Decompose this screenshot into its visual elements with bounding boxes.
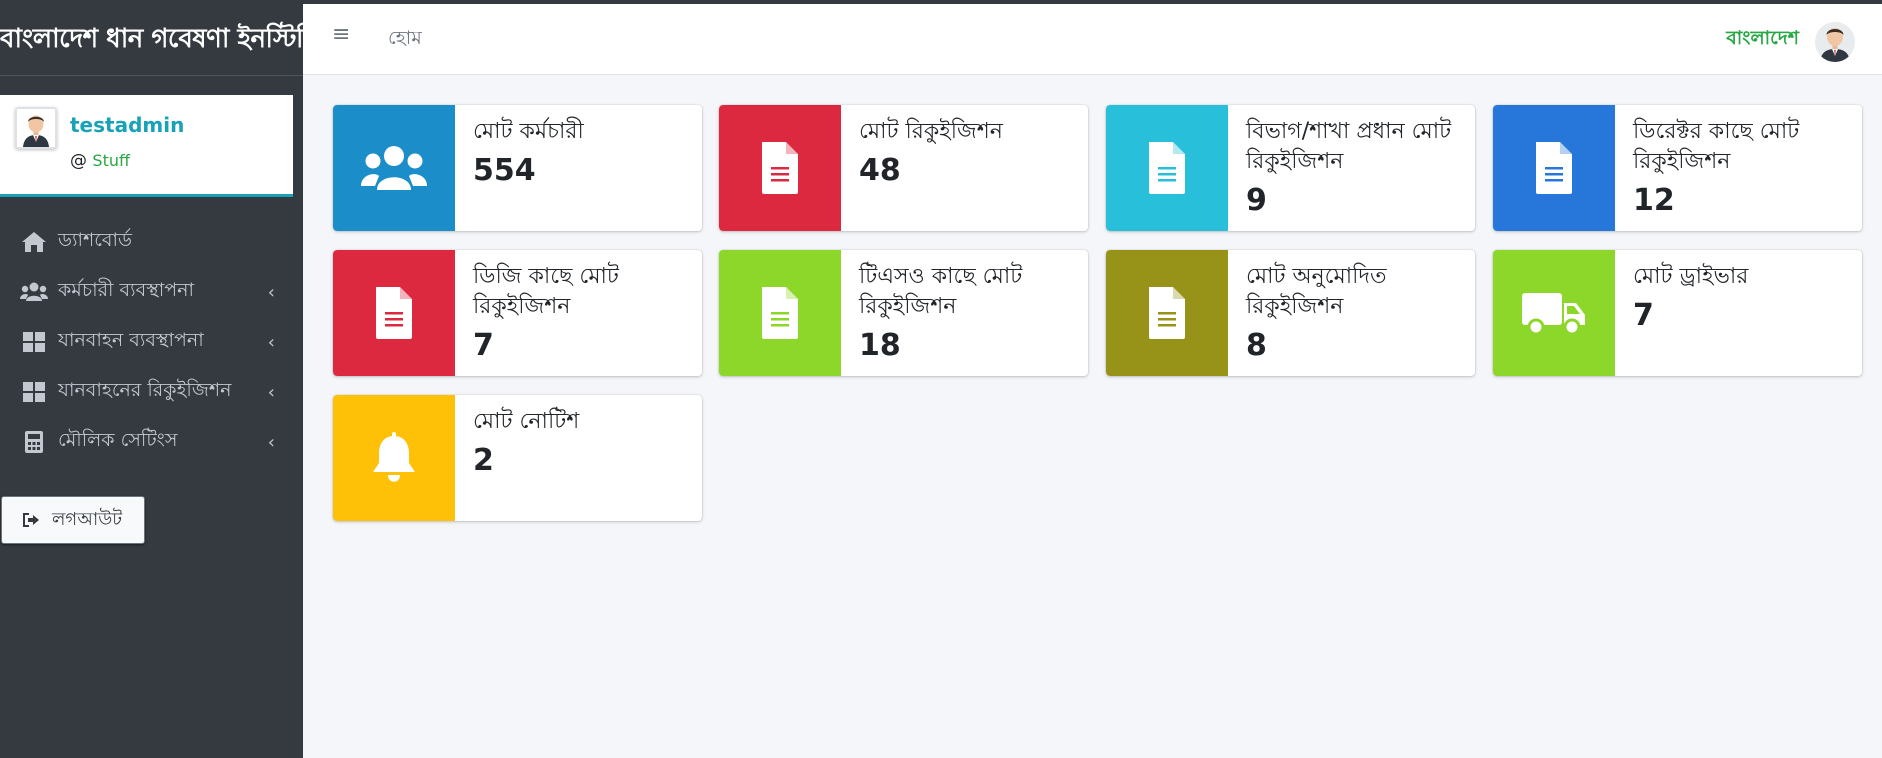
sidebar-item-label: যানবাহন ব্যবস্থাপনা — [58, 329, 204, 351]
language-link[interactable]: বাংলাদেশ — [1726, 24, 1799, 56]
user-avatar[interactable] — [1815, 22, 1855, 62]
info-box-content: মোট অনুমোদিত রিকুইজিশন 8 — [1228, 250, 1475, 376]
chevron-left-icon: ‹ — [267, 332, 275, 353]
users-icon — [20, 280, 48, 304]
file-icon — [1106, 250, 1228, 376]
role-label: Stuff — [92, 151, 130, 170]
logout-label: লগআউট — [52, 508, 123, 530]
sidebar: বাংলাদেশ ধান গবেষণা ইনস্টিটিউট testadmin… — [0, 4, 303, 758]
info-box-total-notices[interactable]: মোট নোটিশ 2 — [333, 395, 702, 521]
sidebar-item-dashboard[interactable]: ড্যাশবোর্ড — [0, 217, 303, 267]
calculator-icon — [20, 430, 48, 454]
logout-button[interactable]: লগআউট — [1, 496, 145, 544]
top-strip — [0, 0, 1882, 4]
info-box-number: 48 — [859, 153, 901, 188]
sidebar-item-vehicle-management[interactable]: যানবাহন ব্যবস্থাপনা ‹ — [0, 317, 303, 367]
info-box-content: মোট কর্মচারী 554 — [455, 105, 594, 231]
home-link[interactable]: হোম — [388, 24, 422, 56]
sidebar-nav: ড্যাশবোর্ড কর্মচারী ব্যবস্থাপনা ‹ যানবাহ… — [0, 217, 303, 467]
info-box-content: মোট নোটিশ 2 — [455, 395, 589, 521]
info-box-number: 9 — [1246, 183, 1267, 218]
info-box-department-head-requisitions[interactable]: বিভাগ/শাখা প্রধান মোট রিকুইজিশন 9 — [1106, 105, 1475, 231]
info-box-director-requisitions[interactable]: ডিরেক্টর কাছে মোট রিকুইজিশন 12 — [1493, 105, 1862, 231]
file-icon — [1106, 105, 1228, 231]
info-box-dg-requisitions[interactable]: ডিজি কাছে মোট রিকুইজিশন 7 — [333, 250, 702, 376]
home-icon — [20, 230, 48, 254]
info-box-content: ডিজি কাছে মোট রিকুইজিশন 7 — [455, 250, 702, 376]
avatar[interactable] — [15, 107, 57, 149]
chevron-left-icon: ‹ — [267, 382, 275, 403]
info-box-total-employees[interactable]: মোট কর্মচারী 554 — [333, 105, 702, 231]
info-box-number: 8 — [1246, 328, 1267, 363]
info-box-label: মোট অনুমোদিত রিকুইজিশন — [1246, 264, 1387, 319]
info-box-content: বিভাগ/শাখা প্রধান মোট রিকুইজিশন 9 — [1228, 105, 1475, 231]
info-box-tso-requisitions[interactable]: টিএসও কাছে মোট রিকুইজিশন 18 — [719, 250, 1088, 376]
chevron-left-icon: ‹ — [267, 432, 275, 453]
file-icon — [719, 250, 841, 376]
sidebar-item-vehicle-requisition[interactable]: যানবাহনের রিকুইজিশন ‹ — [0, 367, 303, 417]
file-icon — [719, 105, 841, 231]
info-box-total-drivers[interactable]: মোট ড্রাইভার 7 — [1493, 250, 1862, 376]
grid-icon — [20, 330, 48, 354]
info-box-content: মোট রিকুইজিশন 48 — [841, 105, 1013, 231]
sign-out-icon — [22, 513, 40, 527]
info-box-content: ডিরেক্টর কাছে মোট রিকুইজিশন 12 — [1615, 105, 1862, 231]
chevron-left-icon: ‹ — [267, 282, 275, 303]
user-panel: testadmin @ Stuff — [0, 95, 293, 197]
bell-icon — [333, 395, 455, 521]
info-box-label: মোট ড্রাইভার — [1633, 264, 1749, 289]
user-name[interactable]: testadmin — [70, 113, 184, 137]
info-box-number: 18 — [859, 328, 901, 363]
brand-title: বাংলাদেশ ধান গবেষণা ইনস্টিটিউট — [0, 23, 303, 54]
info-box-label: মোট কর্মচারী — [473, 119, 584, 144]
info-box-label: টিএসও কাছে মোট রিকুইজিশন — [859, 264, 1023, 319]
info-box-number: 12 — [1633, 183, 1675, 218]
sidebar-item-basic-settings[interactable]: মৌলিক সেটিংস ‹ — [0, 417, 303, 467]
at-sign: @ — [70, 151, 87, 171]
info-box-label: ডিজি কাছে মোট রিকুইজিশন — [473, 264, 619, 319]
sidebar-item-employee-management[interactable]: কর্মচারী ব্যবস্থাপনা ‹ — [0, 267, 303, 317]
info-box-total-requisitions[interactable]: মোট রিকুইজিশন 48 — [719, 105, 1088, 231]
info-box-content: টিএসও কাছে মোট রিকুইজিশন 18 — [841, 250, 1088, 376]
sidebar-item-label: কর্মচারী ব্যবস্থাপনা — [58, 279, 195, 301]
sidebar-item-label: মৌলিক সেটিংস — [58, 429, 178, 451]
grid-icon — [20, 380, 48, 404]
users-icon — [333, 105, 455, 231]
top-navbar: ≡ হোম বাংলাদেশ — [303, 4, 1882, 75]
info-box-content: মোট ড্রাইভার 7 — [1615, 250, 1758, 376]
file-icon — [333, 250, 455, 376]
info-box-number: 2 — [473, 443, 494, 478]
brand[interactable]: বাংলাদেশ ধান গবেষণা ইনস্টিটিউট — [0, 4, 303, 76]
truck-icon — [1493, 250, 1615, 376]
sidebar-item-label: ড্যাশবোর্ড — [58, 229, 132, 251]
file-icon — [1493, 105, 1615, 231]
info-box-number: 554 — [473, 153, 536, 188]
info-box-number: 7 — [1633, 298, 1654, 333]
sidebar-item-label: যানবাহনের রিকুইজিশন — [58, 379, 232, 401]
menu-toggle-icon[interactable]: ≡ — [332, 22, 350, 47]
info-box-label: মোট রিকুইজিশন — [859, 119, 1003, 144]
info-box-label: ডিরেক্টর কাছে মোট রিকুইজিশন — [1633, 119, 1800, 174]
info-box-number: 7 — [473, 328, 494, 363]
info-box-approved-requisitions[interactable]: মোট অনুমোদিত রিকুইজিশন 8 — [1106, 250, 1475, 376]
user-role: @ Stuff — [70, 151, 130, 171]
info-box-label: বিভাগ/শাখা প্রধান মোট রিকুইজিশন — [1246, 119, 1452, 174]
info-box-label: মোট নোটিশ — [473, 409, 580, 434]
